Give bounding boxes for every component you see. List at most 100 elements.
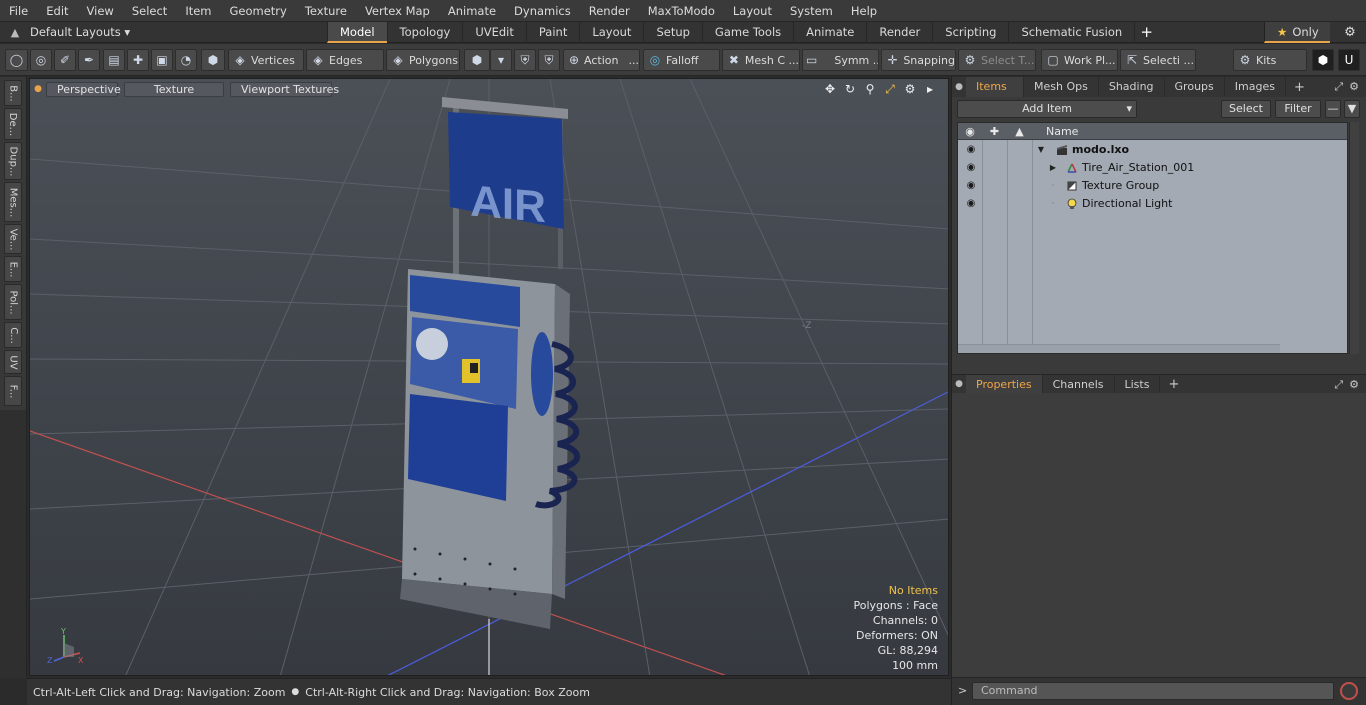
tab-game-tools[interactable]: Game Tools bbox=[701, 22, 793, 43]
expand-arrow-icon[interactable]: ▶ bbox=[1048, 159, 1058, 177]
strip-tab-deform[interactable]: De... bbox=[4, 108, 22, 140]
pen-button[interactable]: ✐ bbox=[54, 49, 76, 71]
panel-gear-icon[interactable]: ⚙ bbox=[1349, 80, 1359, 94]
eye-icon[interactable]: ◉ bbox=[964, 141, 978, 159]
tab-render[interactable]: Render bbox=[866, 22, 932, 43]
strip-tab-polygon[interactable]: Pol... bbox=[4, 284, 22, 320]
texture-shading-dropdown[interactable]: Texture bbox=[124, 81, 224, 97]
brush-button[interactable]: ✒ bbox=[78, 49, 100, 71]
tab-items[interactable]: Items bbox=[966, 77, 1024, 97]
tab-uvedit[interactable]: UVEdit bbox=[462, 22, 526, 43]
select-circle-button[interactable]: ◯ bbox=[5, 49, 28, 71]
menu-dynamics[interactable]: Dynamics bbox=[505, 0, 580, 22]
tab-setup[interactable]: Setup bbox=[643, 22, 701, 43]
snapping-button[interactable]: ✛ Snapping bbox=[881, 49, 956, 71]
tab-layout[interactable]: Layout bbox=[579, 22, 643, 43]
add-tab-plus-icon[interactable]: + bbox=[1134, 22, 1158, 43]
eye-icon[interactable]: ◉ bbox=[964, 195, 978, 213]
properties-panel-menu-dot-icon[interactable]: ● bbox=[952, 379, 966, 389]
perspective-dropdown[interactable]: Perspective bbox=[46, 81, 121, 97]
eye-icon[interactable]: ◉ bbox=[964, 177, 978, 195]
tree-row-directional-light[interactable]: ◉ · Directional Light bbox=[958, 195, 1347, 213]
viewport-gear-icon[interactable]: ⚙ bbox=[902, 81, 918, 97]
add-item-dropdown[interactable]: Add Item ▾ bbox=[957, 100, 1137, 118]
add-properties-tab-plus-icon[interactable]: + bbox=[1160, 377, 1187, 392]
unity-button[interactable]: ⬢ bbox=[1312, 49, 1334, 71]
kits-button[interactable]: ⚙ Kits bbox=[1233, 49, 1307, 71]
tab-paint[interactable]: Paint bbox=[525, 22, 579, 43]
filter-button[interactable]: Filter bbox=[1275, 100, 1321, 118]
menu-select[interactable]: Select bbox=[123, 0, 176, 22]
items-panel-menu-dot-icon[interactable]: ● bbox=[952, 82, 966, 92]
menu-system[interactable]: System bbox=[781, 0, 842, 22]
add-panel-tab-plus-icon[interactable]: + bbox=[1286, 80, 1313, 95]
command-input[interactable]: Command bbox=[972, 682, 1334, 700]
type-column-icon[interactable]: ▲ bbox=[1007, 123, 1032, 140]
eye-icon[interactable]: ◉ bbox=[964, 159, 978, 177]
menu-edit[interactable]: Edit bbox=[37, 0, 77, 22]
tab-groups[interactable]: Groups bbox=[1165, 77, 1225, 97]
funnel-icon[interactable]: ▼ bbox=[1344, 100, 1360, 118]
strip-tab-fusion[interactable]: F... bbox=[4, 376, 22, 406]
tab-topology[interactable]: Topology bbox=[386, 22, 463, 43]
pie-button[interactable]: ◔ bbox=[175, 49, 197, 71]
properties-expand-icon[interactable]: ⤢ bbox=[1334, 378, 1343, 392]
viewport-textures-dropdown[interactable]: Viewport Textures bbox=[230, 81, 339, 97]
visibility-column-eye-icon[interactable]: ◉ bbox=[958, 123, 982, 140]
strip-tab-mesh-edit[interactable]: Mes... bbox=[4, 182, 22, 222]
pan-icon[interactable]: ✥ bbox=[822, 81, 838, 97]
tree-row-texture-group[interactable]: ◉ · Texture Group bbox=[958, 177, 1347, 195]
selection-sets-button[interactable]: ⇱ Selecti ... bbox=[1120, 49, 1196, 71]
strip-tab-edge[interactable]: E... bbox=[4, 256, 22, 282]
tab-lists[interactable]: Lists bbox=[1115, 374, 1161, 394]
tree-row-tire-air-station[interactable]: ◉ ▶ Tire_Air_Station_001 bbox=[958, 159, 1347, 177]
menu-file[interactable]: File bbox=[0, 0, 37, 22]
shield-alt-button[interactable]: ⛨ bbox=[538, 49, 560, 71]
viewport-menu-dot-icon[interactable]: ● bbox=[30, 84, 46, 94]
symmetry-shield-button[interactable]: ⛨ bbox=[514, 49, 536, 71]
unreal-button[interactable]: U bbox=[1338, 49, 1360, 71]
collapse-arrow-icon[interactable]: ▼ bbox=[1036, 141, 1046, 159]
material-mode-button[interactable]: ⬢ bbox=[464, 49, 490, 71]
menu-geometry[interactable]: Geometry bbox=[221, 0, 296, 22]
falloff-button[interactable]: ◎ Falloff bbox=[643, 49, 720, 71]
work-plane-button[interactable]: ▢ Work Pl... bbox=[1041, 49, 1118, 71]
action-center-button[interactable]: ⊕ Action... bbox=[563, 49, 640, 71]
viewport-arrow-icon[interactable]: ▸ bbox=[922, 81, 938, 97]
menu-vertex-map[interactable]: Vertex Map bbox=[356, 0, 439, 22]
tab-channels[interactable]: Channels bbox=[1043, 374, 1115, 394]
symmetry-button[interactable]: ▭ Symm ... bbox=[802, 49, 879, 71]
globe-button[interactable]: ◎ bbox=[30, 49, 52, 71]
tab-animate[interactable]: Animate bbox=[793, 22, 866, 43]
default-layouts-dropdown[interactable]: Default Layouts ▾ bbox=[30, 25, 130, 39]
select-button[interactable]: Select bbox=[1221, 100, 1271, 118]
tab-scripting[interactable]: Scripting bbox=[932, 22, 1008, 43]
collapse-icon[interactable]: — bbox=[1325, 100, 1341, 118]
tree-horizontal-scrollbar[interactable] bbox=[958, 344, 1280, 353]
item-mode-button[interactable]: ⬢ bbox=[201, 49, 225, 71]
menu-animate[interactable]: Animate bbox=[439, 0, 505, 22]
properties-gear-icon[interactable]: ⚙ bbox=[1349, 378, 1359, 392]
menu-maxtomodo[interactable]: MaxToModo bbox=[639, 0, 724, 22]
vertices-button[interactable]: ◈ Vertices bbox=[228, 49, 304, 71]
tree-vertical-scrollbar[interactable] bbox=[1349, 122, 1359, 354]
menu-texture[interactable]: Texture bbox=[296, 0, 356, 22]
strip-tab-duplicate[interactable]: Dup... bbox=[4, 142, 22, 180]
tab-schematic-fusion[interactable]: Schematic Fusion bbox=[1008, 22, 1134, 43]
center-button[interactable]: ✚ bbox=[127, 49, 149, 71]
polygons-button[interactable]: ◈ Polygons bbox=[386, 49, 460, 71]
mesh-constraints-button[interactable]: ✖ Mesh C ... bbox=[722, 49, 800, 71]
tree-row-modo-lxo[interactable]: ◉ ▼ modo.lxo bbox=[958, 141, 1347, 159]
lock-column-icon[interactable]: ✚ bbox=[982, 123, 1007, 140]
maximize-icon[interactable]: ⤢ bbox=[882, 81, 898, 97]
layout-home-icon[interactable]: ▲ bbox=[0, 26, 30, 39]
gear-icon[interactable]: ⚙ bbox=[1338, 22, 1362, 43]
panel-expand-icon[interactable]: ⤢ bbox=[1334, 80, 1343, 94]
edges-button[interactable]: ◈ Edges bbox=[306, 49, 384, 71]
tab-shading[interactable]: Shading bbox=[1099, 77, 1165, 97]
strip-tab-basic[interactable]: B... bbox=[4, 80, 22, 106]
align-button[interactable]: ▤ bbox=[103, 49, 125, 71]
tab-model[interactable]: Model bbox=[327, 22, 387, 43]
strip-tab-curve[interactable]: C... bbox=[4, 322, 22, 348]
3d-viewport[interactable]: AIR -Z ● Perspective Texture Viewport Te… bbox=[29, 78, 949, 676]
